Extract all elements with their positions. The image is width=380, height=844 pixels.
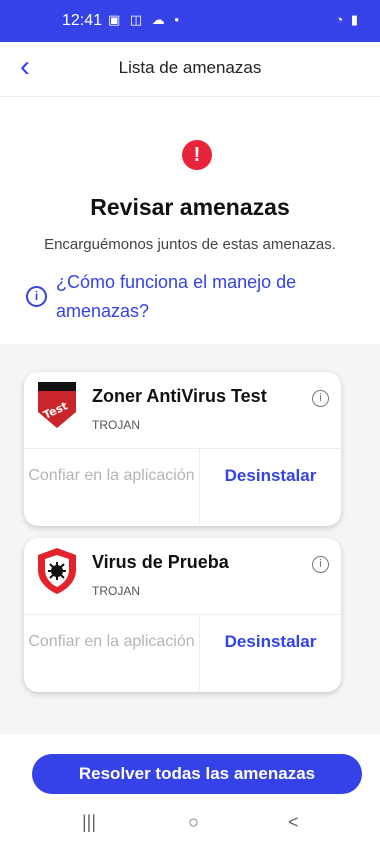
header-title: Lista de amenazas	[118, 58, 262, 77]
info-icon[interactable]: i	[312, 556, 329, 573]
uninstall-button[interactable]: Desinstalar	[200, 449, 341, 525]
alert-icon: !	[182, 140, 212, 170]
signal-battery-icons: ◔ ▮	[335, 12, 360, 27]
threat-type: TROJAN	[92, 418, 140, 432]
threat-list: Test Zoner AntiVirus Test TROJAN i Confi…	[0, 344, 380, 734]
uninstall-button[interactable]: Desinstalar	[200, 615, 341, 691]
status-bar: 12:41 ▣ ◫ ☁ • ◔ ▮	[0, 0, 380, 42]
recent-apps-icon[interactable]: |||	[82, 812, 96, 833]
system-navigation-bar: ||| ○ <	[0, 806, 380, 844]
how-it-works-text: ¿Cómo funciona el manejo de amenazas?	[56, 272, 297, 321]
info-icon[interactable]: i	[312, 390, 329, 407]
status-time: 12:41	[62, 12, 103, 29]
threat-name: Virus de Prueba	[92, 552, 229, 572]
page-subtitle: Encarguémonos juntos de estas amenazas.	[44, 236, 336, 253]
resolve-all-button[interactable]: Resolver todas las amenazas	[32, 754, 362, 794]
threat-card: Test Zoner AntiVirus Test TROJAN i Confi…	[24, 372, 341, 526]
threat-card-header: Test Zoner AntiVirus Test TROJAN i	[24, 372, 341, 449]
app-header: ‹ Lista de amenazas	[0, 42, 380, 97]
back-icon[interactable]: <	[288, 812, 299, 833]
home-icon[interactable]: ○	[188, 812, 199, 833]
trust-app-button[interactable]: Confiar en la aplicación	[24, 449, 200, 525]
trust-app-button[interactable]: Confiar en la aplicación	[24, 615, 200, 691]
virus-shield-icon	[38, 548, 76, 594]
threat-card-header: Virus de Prueba TROJAN i	[24, 538, 341, 615]
page-title: Revisar amenazas	[90, 194, 290, 220]
zoner-shield-icon: Test	[38, 382, 76, 428]
notification-icons: ▣ ◫ ☁ •	[108, 12, 182, 27]
threat-card: Virus de Prueba TROJAN i Confiar en la a…	[24, 538, 341, 692]
info-icon: i	[26, 286, 47, 307]
threat-type: TROJAN	[92, 584, 140, 598]
threat-name: Zoner AntiVirus Test	[92, 386, 267, 406]
